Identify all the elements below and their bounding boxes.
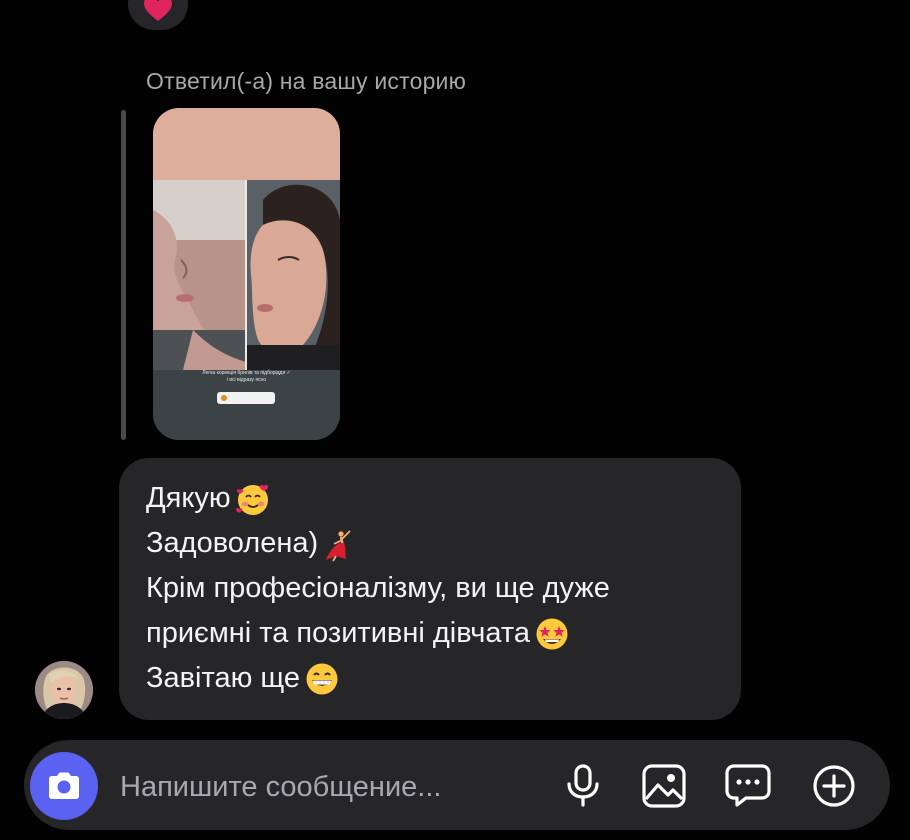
- story-top-band: [153, 108, 340, 180]
- message-text: Дякую Задоволена) Крім професіоналізму, …: [146, 476, 736, 701]
- chat-bubble-icon: [725, 764, 771, 807]
- smiling-face-with-hearts-icon: [235, 481, 271, 517]
- sticker-button[interactable]: [722, 760, 774, 812]
- camera-button[interactable]: [30, 752, 98, 820]
- sticker-dot: [221, 395, 227, 401]
- message-line-text: Крім професіоналізму, ви ще дуже: [146, 572, 610, 604]
- reply-indicator-bar: [121, 110, 126, 440]
- story-preview[interactable]: Легка корекція брилів та підборіддя ✓ і …: [153, 108, 340, 440]
- message-line-text: Задоволена): [146, 527, 319, 559]
- gallery-button[interactable]: [638, 760, 690, 812]
- message-line: Крім професіоналізму, ви ще дуже: [146, 566, 736, 611]
- message-line: Задоволена): [146, 521, 736, 566]
- message-line: приємні та позитивні дівчата: [146, 611, 736, 656]
- grinning-face-icon: [304, 661, 340, 697]
- dancer-icon: [322, 526, 358, 562]
- microphone-button[interactable]: [557, 760, 609, 812]
- message-input[interactable]: [120, 765, 540, 809]
- message-line-text: Дякую: [146, 482, 231, 514]
- reaction-bubble[interactable]: [128, 0, 188, 30]
- story-caption-line-2: і всі відразу ясно: [226, 377, 267, 383]
- message-line-text: Завітаю ще: [146, 662, 301, 694]
- sender-avatar[interactable]: [35, 661, 93, 719]
- more-options-button[interactable]: [808, 760, 860, 812]
- image-icon: [642, 764, 686, 808]
- camera-icon: [49, 772, 79, 799]
- microphone-icon: [567, 764, 599, 807]
- heart-icon: [144, 0, 172, 21]
- reply-caption: Ответил(-а) на вашу историю: [146, 68, 467, 94]
- plus-icon: [813, 765, 855, 807]
- star-struck-icon: [534, 616, 570, 652]
- message-line: Дякую: [146, 476, 736, 521]
- message-line: Завітаю ще: [146, 656, 736, 701]
- dm-thread: Ответил(-а) на вашу историю Легка корекц…: [0, 0, 910, 840]
- story-caption-line-1: Легка корекція брилів та підборіддя ✓: [202, 370, 291, 376]
- story-caption: Легка корекція брилів та підборіддя ✓ і …: [175, 370, 318, 384]
- story-sticker: [217, 392, 275, 404]
- message-line-text: приємні та позитивні дівчата: [146, 617, 530, 649]
